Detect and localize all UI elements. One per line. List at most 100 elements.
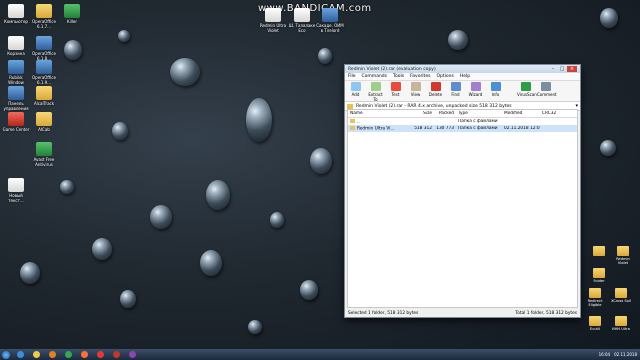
desktop-icon-computer[interactable]: Компьютер (1, 4, 31, 24)
desktop-icon-folder[interactable]: Folder (588, 268, 610, 283)
desktop-icon-aicab[interactable]: AICab (29, 112, 59, 132)
desktop-icon-label: OperaOffice 6.1.7... (32, 19, 56, 29)
desktop-icon-right-1[interactable] (588, 246, 610, 257)
taskbar-app-winrar[interactable] (124, 349, 140, 360)
info-button[interactable]: Info (487, 82, 504, 100)
virusscan-button[interactable]: VirusScan (517, 82, 537, 100)
menu-commands[interactable]: Commands (362, 74, 387, 79)
desktop-icon-rubikk[interactable]: Rubikk Window (1, 60, 31, 85)
winrar-window[interactable]: Redmin Violet (2).rar (evaluation copy) … (344, 64, 581, 318)
desktop-icon-recycle-bin[interactable]: Корзина (1, 36, 31, 56)
menu-file[interactable]: File (348, 74, 356, 79)
clock-time[interactable]: 16:04 (599, 352, 611, 357)
desktop-icon-redmin-ultra[interactable]: Redmin Ultra Violet (258, 8, 288, 33)
game-center-icon (8, 112, 24, 126)
up-folder-icon[interactable] (347, 103, 353, 109)
desktop-icon-xcross[interactable]: XCross Soil (610, 288, 632, 303)
extract-to-button[interactable]: Extract To (367, 82, 384, 102)
desktop-icon-inn-ultra[interactable]: ИНН Ultra (610, 316, 632, 331)
water-drop (120, 290, 136, 308)
table-row[interactable]: .. Папка с файлами (348, 118, 577, 125)
desktop-icon-killer[interactable]: Killer (57, 4, 87, 24)
winrar-icon (128, 351, 136, 358)
taskbar-app-ie[interactable] (12, 349, 28, 360)
desktop-icon-label: Корзина (7, 51, 25, 56)
start-button[interactable] (0, 349, 12, 360)
tool-label: Find (451, 92, 460, 97)
taskbar-app-chrome[interactable] (60, 349, 76, 360)
tool-label: Extract To (368, 92, 383, 102)
minimize-button[interactable]: – (549, 66, 557, 72)
control-panel-icon (8, 86, 24, 100)
clock-date[interactable]: 02.11.2018 (614, 352, 637, 357)
delete-button[interactable]: Delete (427, 82, 444, 100)
water-drop (318, 48, 332, 64)
taskbar-app-yandex[interactable] (92, 349, 108, 360)
desktop-icon-label: AICab (38, 127, 50, 132)
desktop-icon-ecutil[interactable]: Ecutil (584, 316, 606, 331)
find-button[interactable]: Find (447, 82, 464, 100)
close-button[interactable]: × (567, 66, 577, 72)
desktop-icon-alcaltrack[interactable]: AlcalTrack (29, 86, 59, 106)
water-drop (64, 40, 82, 60)
column-type[interactable]: Type (456, 111, 502, 116)
row-type: Папка с файлами (458, 126, 498, 131)
window-titlebar[interactable]: Redmin Violet (2).rar (evaluation copy) … (345, 65, 580, 73)
computer-icon (8, 4, 24, 18)
folder-icon (350, 125, 355, 130)
menu-help[interactable]: Help (460, 74, 470, 79)
desktop-icon-operaoffice-3[interactable]: OperaOffice 6.1.9... (29, 60, 59, 85)
bandicam-icon (112, 351, 120, 358)
add-button[interactable]: Add (347, 82, 364, 100)
water-drop (60, 180, 74, 194)
test-button[interactable]: Test (387, 82, 404, 100)
maximize-button[interactable]: □ (558, 66, 566, 72)
water-drop (270, 212, 284, 228)
column-packed[interactable]: Packed (434, 111, 456, 116)
view-button[interactable]: View (407, 82, 424, 100)
delete-icon (430, 82, 441, 91)
add-icon (350, 82, 361, 91)
app-icon (36, 36, 52, 50)
tool-label: VirusScan (517, 92, 537, 97)
menu-favorites[interactable]: Favorites (410, 74, 430, 79)
file-list-header: Name Size Packed Type Modified CRC32 (348, 110, 577, 118)
water-drop (112, 122, 128, 140)
desktop-icon-sakade[interactable]: Сакаде. ОИМ в Tirelord (315, 8, 345, 33)
desktop-icon-redirect[interactable]: Redirect Eligible (584, 288, 606, 307)
desktop-icon-operaoffice-1[interactable]: OperaOffice 6.1.7... (29, 4, 59, 29)
app-icon (8, 60, 24, 74)
desktop-icon-game-center[interactable]: Game Center (1, 112, 31, 132)
folder-icon (36, 4, 52, 18)
menu-options[interactable]: Options (436, 74, 453, 79)
comment-button[interactable]: Comment (537, 82, 557, 100)
desktop-icon-talalake[interactable]: Ш. Талалаке Eco (287, 8, 317, 33)
taskbar-app-bandicam[interactable] (108, 349, 124, 360)
file-list[interactable]: Name Size Packed Type Modified CRC32 .. … (347, 109, 578, 308)
desktop-icon-label: Killer (66, 19, 78, 24)
column-size[interactable]: Size (406, 111, 434, 116)
menu-tools[interactable]: Tools (393, 74, 404, 79)
desktop-icon-redmin-violet[interactable]: Redmin Violet (612, 246, 634, 265)
desktop-icon-label: Панель управления (3, 101, 29, 111)
desktop-icon-label: Redmin Ultra Violet (259, 23, 287, 33)
column-crc32[interactable]: CRC32 (540, 111, 570, 116)
taskbar-app-firefox[interactable] (76, 349, 92, 360)
desktop-icon-operaoffice-2[interactable]: OperaOffice 6.1.8... (29, 36, 59, 61)
wizard-button[interactable]: Wizard (467, 82, 484, 100)
status-bar: Selected 1 folder, 518 312 bytes Total 1… (345, 309, 580, 317)
taskbar-app-explorer[interactable] (28, 349, 44, 360)
column-name[interactable]: Name (348, 111, 406, 116)
desktop-icon-label: Folder (593, 279, 605, 283)
desktop-icon-new-text[interactable]: Новый текст... (1, 178, 31, 203)
desktop-icon-control-panel[interactable]: Панель управления (1, 86, 31, 111)
folder-icon (593, 246, 605, 256)
table-row[interactable]: Redmin Ultra Vi... 518 312 130 773 Папка… (348, 125, 577, 132)
chrome-icon (64, 351, 72, 358)
folder-icon (589, 288, 601, 298)
taskbar-app-media[interactable] (44, 349, 60, 360)
column-modified[interactable]: Modified (502, 111, 540, 116)
folder-icon (589, 316, 601, 326)
desktop-icon-avast[interactable]: Avast Free Antivirus (29, 142, 59, 167)
water-drop (206, 180, 230, 210)
